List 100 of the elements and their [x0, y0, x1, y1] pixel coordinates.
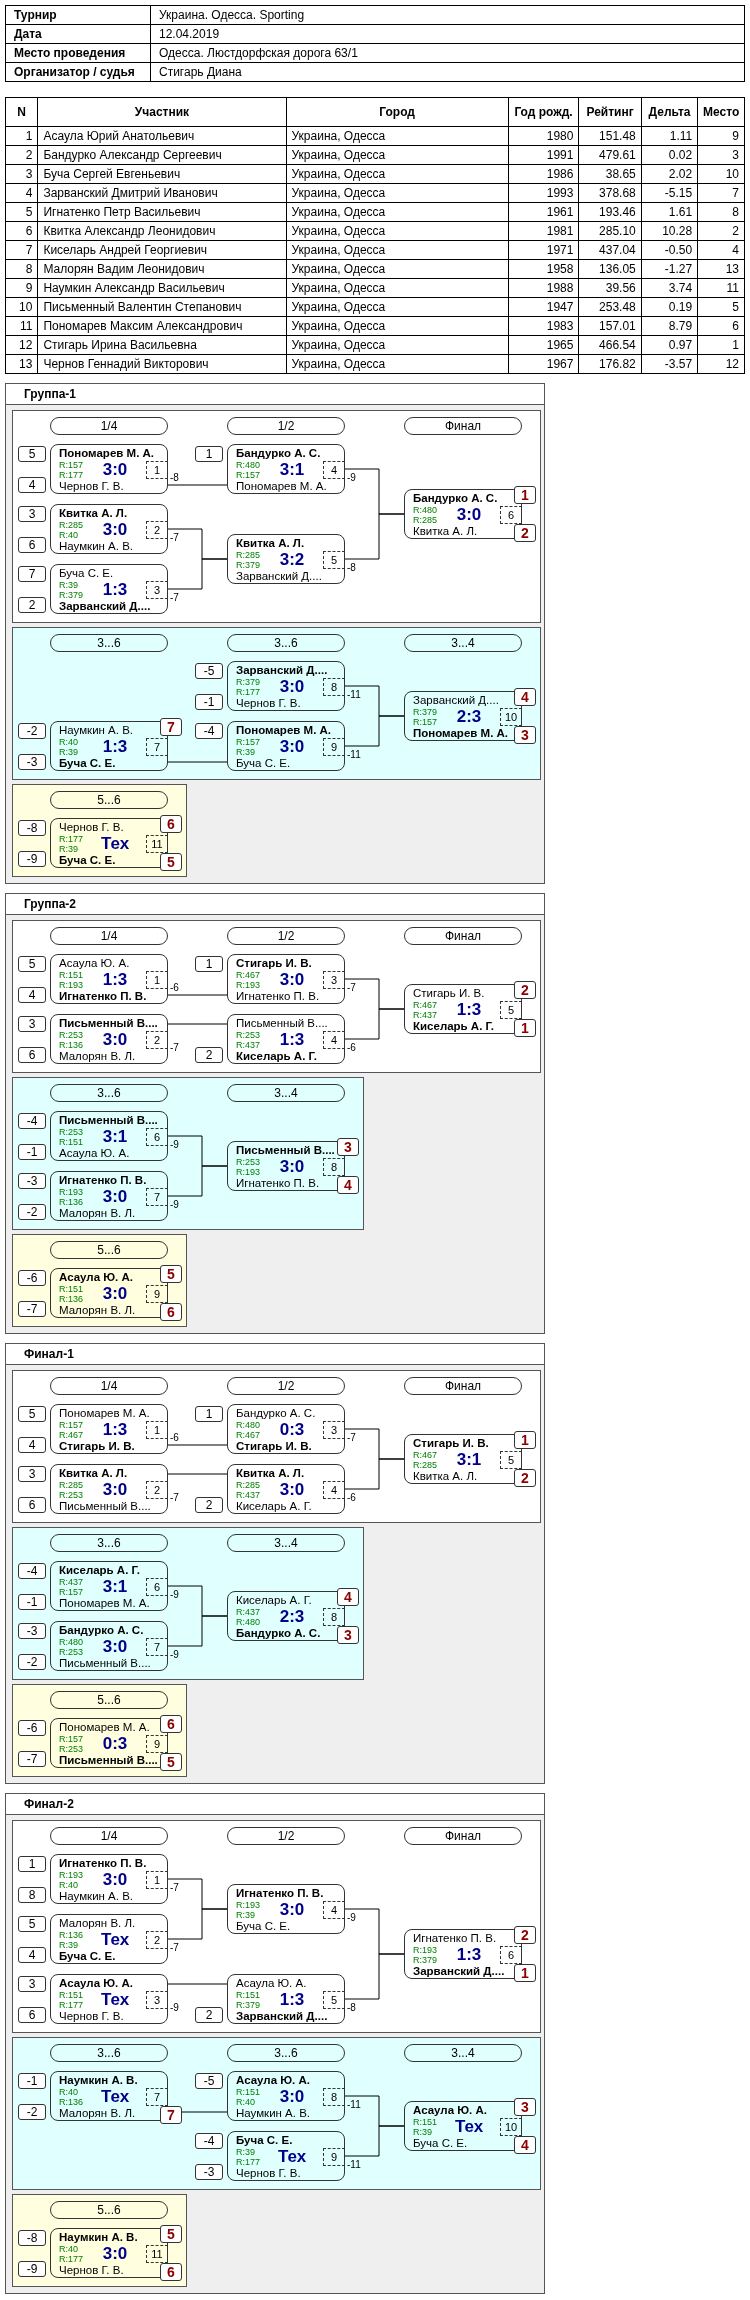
seed-number: -7 [18, 1301, 46, 1317]
match-score: 3:2 [278, 550, 306, 570]
player-rating: R:193 [236, 980, 261, 990]
seed-number: 4 [18, 1437, 46, 1453]
player-name: Асаула Ю. А. [59, 1271, 133, 1284]
loser-destination: -9 [347, 472, 356, 483]
player-name: Малорян В. Л. [59, 2107, 136, 2120]
loser-destination: -7 [170, 592, 179, 603]
player-name: Игнатенко П. В. [59, 1174, 147, 1187]
player-name: Киселарь А. Г. [236, 1500, 312, 1513]
player-name: Буча С. Е. [59, 854, 116, 867]
table-cell: Игнатенко Петр Васильевич [37, 202, 286, 222]
match-score: 3:0 [278, 677, 306, 697]
seed-number: 2 [195, 1047, 223, 1063]
player-name: Асаула Ю. А. [413, 2104, 487, 2117]
loser-destination: -9 [170, 2002, 179, 2013]
table-cell: 466.54 [578, 335, 642, 355]
match-score: 0:3 [278, 1420, 306, 1440]
player-rating: R:151 [413, 2117, 438, 2127]
player-name: Малорян В. Л. [59, 1304, 136, 1317]
match-score: 1:3 [455, 1000, 483, 1020]
connector-line [167, 1165, 228, 1197]
table-cell: Украина, Одесса [286, 259, 509, 279]
connector-line [167, 1023, 228, 1025]
loser-destination: -11 [347, 689, 361, 700]
table-cell: -5.15 [641, 183, 698, 203]
player-rating: R:379 [236, 2000, 261, 2010]
info-value: Одесса. Люстдорфская дорога 63/1 [150, 43, 745, 63]
player-name: Игнатенко П. В. [236, 990, 320, 1003]
player-rating: R:39 [59, 580, 78, 590]
loser-destination: -6 [347, 1042, 356, 1053]
match-score: 3:0 [455, 505, 483, 525]
player-rating: R:253 [236, 1157, 261, 1167]
info-value: 12.04.2019 [150, 24, 745, 44]
loser-destination: -7 [170, 1492, 179, 1503]
match-number: 9 [323, 2148, 345, 2166]
player-rating: R:480 [59, 1637, 84, 1647]
player-rating: R:157 [413, 717, 438, 727]
table-cell: 1958 [508, 259, 579, 279]
table-cell: Стигарь Ирина Васильевна [37, 335, 286, 355]
table-cell: 157.01 [578, 316, 642, 336]
player-rating: R:157 [59, 460, 84, 470]
loser-destination: -7 [347, 982, 356, 993]
match-score: 3:0 [101, 1637, 129, 1657]
match-score: 3:0 [101, 1284, 129, 1304]
player-rating: R:285 [59, 520, 84, 530]
place-number: 6 [160, 815, 182, 833]
seed-number: -9 [18, 851, 46, 867]
table-cell: 1983 [508, 316, 579, 336]
player-name: Квитка А. Л. [413, 525, 478, 538]
table-cell: 0.97 [641, 335, 698, 355]
table-cell: 176.82 [578, 354, 642, 374]
column-header: Участник [37, 97, 286, 127]
player-name: Наумкин А. В. [59, 724, 134, 737]
table-cell: 6 [697, 316, 745, 336]
match-score: 2:3 [278, 1607, 306, 1627]
match-number: 3 [323, 971, 345, 989]
place-number: 2 [514, 1469, 536, 1487]
place-number: 6 [160, 2263, 182, 2281]
table-cell: 12 [697, 354, 745, 374]
match-score: 1:3 [278, 1990, 306, 2010]
player-rating: R:193 [413, 1945, 438, 1955]
loser-destination: -9 [170, 1649, 179, 1660]
table-cell: 4 [5, 183, 38, 203]
player-rating: R:177 [236, 2157, 261, 2167]
player-name: Пономарев М. А. [59, 447, 154, 460]
info-label: Место проведения [5, 43, 151, 63]
player-rating: R:136 [59, 2097, 84, 2107]
player-rating: R:379 [413, 1955, 438, 1965]
player-rating: R:157 [59, 1734, 84, 1744]
connector-line [344, 2125, 405, 2157]
player-name: Буча С. Е. [59, 567, 114, 580]
player-name: Малорян В. Л. [59, 1050, 136, 1063]
player-rating: R:193 [59, 980, 84, 990]
seed-number: 1 [195, 956, 223, 972]
column-header: Дельта [641, 97, 698, 127]
player-rating: R:151 [59, 970, 84, 980]
player-name: Зарванский Д.... [236, 570, 322, 583]
match-score: 3:0 [278, 970, 306, 990]
place-number: 4 [337, 1176, 359, 1194]
player-name: Наумкин А. В. [236, 2107, 311, 2120]
player-rating: R:480 [236, 1420, 261, 1430]
table-cell: 10.28 [641, 221, 698, 241]
connector-line [344, 1008, 405, 1040]
match-score: Тех [453, 2117, 485, 2137]
table-cell: 5 [5, 202, 38, 222]
loser-destination: -8 [347, 2002, 356, 2013]
player-name: Чернов Г. В. [59, 480, 124, 493]
column-header: N [5, 97, 38, 127]
table-cell: 8 [697, 202, 745, 222]
seed-number: -3 [18, 1623, 46, 1639]
player-rating: R:177 [59, 2000, 84, 2010]
table-cell: 1981 [508, 221, 579, 241]
table-cell: -3.57 [641, 354, 698, 374]
player-name: Чернов Г. В. [236, 2167, 301, 2180]
place-number: 1 [514, 1431, 536, 1449]
player-rating: R:467 [236, 1430, 261, 1440]
match-score: 3:0 [278, 1480, 306, 1500]
table-cell: 437.04 [578, 240, 642, 260]
match-number: 1 [146, 1871, 168, 1889]
